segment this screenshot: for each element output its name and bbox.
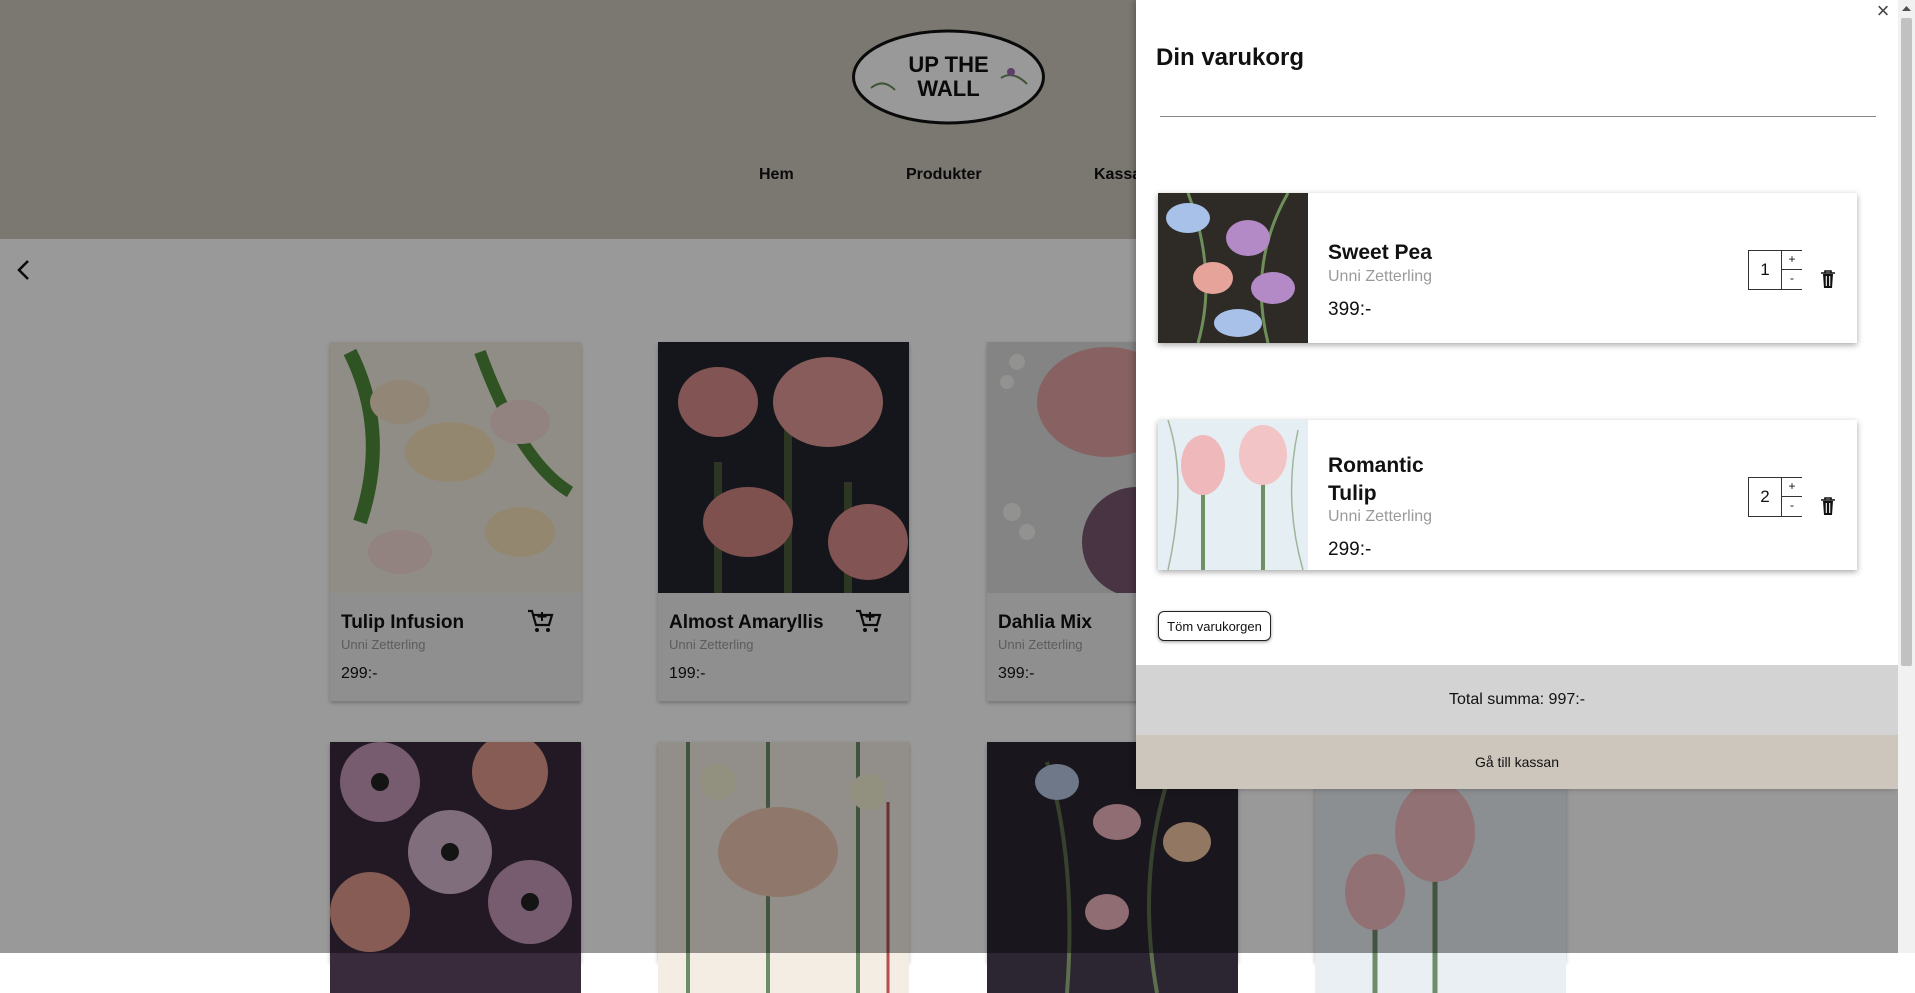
cart-divider [1160,116,1876,117]
cart-item-image [1158,420,1308,570]
quantity-increase-button[interactable]: + [1781,251,1802,270]
quantity-stepper: 1 + - [1748,250,1802,290]
quantity-stepper: 2 + - [1748,477,1802,517]
scroll-up-arrow-icon[interactable] [1898,0,1915,17]
cart-drawer: Din varukorg Sweet Pea Unni Zetterling 3… [1136,0,1898,789]
cart-item-price: 399:- [1328,299,1372,320]
quantity-increase-button[interactable]: + [1781,478,1802,497]
cart-item-author: Unni Zetterling [1328,268,1433,285]
cart-title: Din varukorg [1156,44,1305,71]
quantity-value[interactable]: 2 [1749,478,1781,516]
cart-item-price: 299:- [1328,539,1372,560]
quantity-value[interactable]: 1 [1749,251,1781,289]
close-icon[interactable]: × [1874,0,1892,22]
quantity-decrease-button[interactable]: - [1781,270,1802,289]
scrollbar-thumb[interactable] [1901,18,1912,666]
cart-item-name: Romantic Tulip [1328,454,1424,505]
cart-item-name: Sweet Pea [1328,241,1432,264]
cart-total: Total summa: 997:- [1136,665,1898,735]
cart-item-author: Unni Zetterling [1328,508,1433,525]
cart-item: Sweet Pea Unni Zetterling 399:- 1 + - [1158,193,1857,343]
cart-item: Romantic Tulip Unni Zetterling 299:- 2 +… [1158,420,1857,570]
empty-cart-button[interactable]: Töm varukorgen [1158,611,1271,641]
trash-icon[interactable] [1820,269,1836,289]
quantity-decrease-button[interactable]: - [1781,497,1802,516]
trash-icon[interactable] [1820,496,1836,516]
checkout-button[interactable]: Gå till kassan [1136,735,1898,789]
cart-item-image [1158,193,1308,343]
